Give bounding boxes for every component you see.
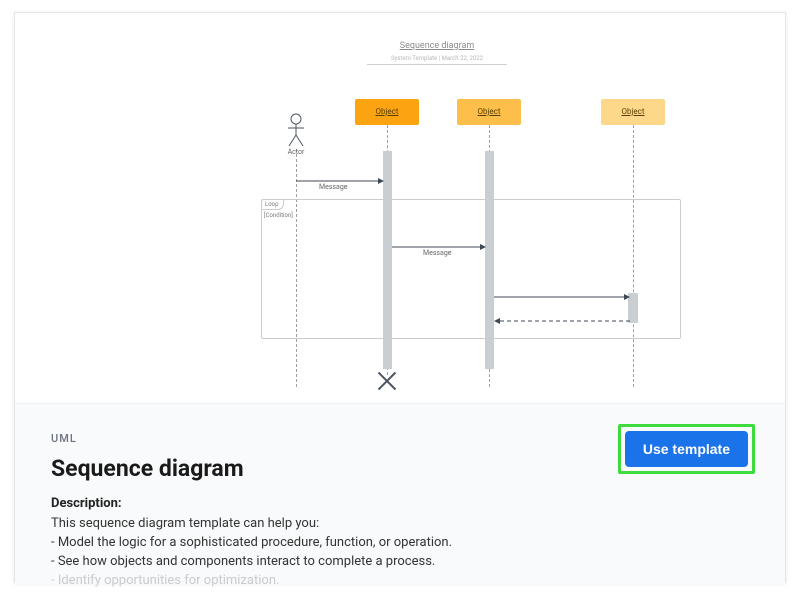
diagram-title: Sequence diagram xyxy=(367,41,507,51)
loop-label: Loop xyxy=(261,199,284,210)
template-info-panel: UML Sequence diagram Description: This s… xyxy=(15,403,785,584)
message-arrow-3 xyxy=(494,293,630,301)
description-line: This sequence diagram template can help … xyxy=(51,515,749,534)
use-template-button[interactable]: Use template xyxy=(625,431,748,467)
object-box-1: Object xyxy=(355,99,419,125)
highlight-frame: Use template xyxy=(618,424,755,474)
diagram-subtitle: System Template | March 22, 2022 xyxy=(367,55,507,65)
description-line: - See how objects and components interac… xyxy=(51,553,749,572)
template-card: Sequence diagram System Template | March… xyxy=(14,12,786,583)
message-label-2: Message xyxy=(423,249,452,257)
actor-icon: Actor xyxy=(281,113,311,156)
description-line: - Model the logic for a sophisticated pr… xyxy=(51,534,749,553)
message-label-1: Message xyxy=(319,183,348,191)
description-heading: Description: xyxy=(51,496,749,511)
actor-label: Actor xyxy=(281,148,311,156)
condition-label: [Condition] xyxy=(264,212,293,219)
return-arrow xyxy=(494,317,630,325)
template-preview: Sequence diagram System Template | March… xyxy=(15,13,785,403)
destroy-icon xyxy=(377,371,397,391)
sequence-diagram: Sequence diagram System Template | March… xyxy=(245,41,725,391)
object-box-3: Object xyxy=(601,99,665,125)
description-line: - Identify opportunities for optimizatio… xyxy=(51,572,749,591)
object-box-2: Object xyxy=(457,99,521,125)
